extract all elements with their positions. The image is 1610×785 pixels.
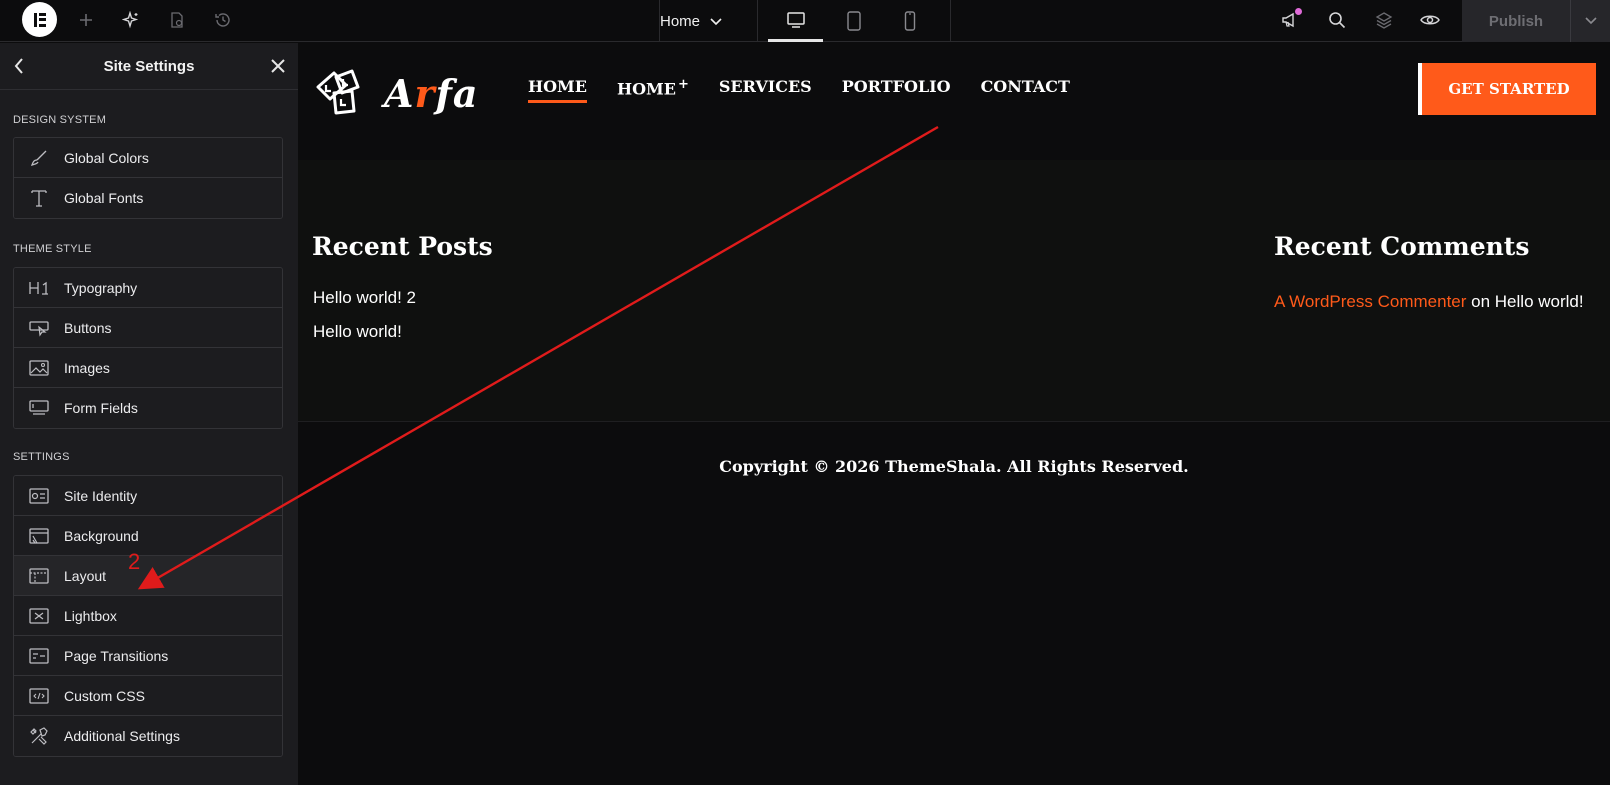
design-system-group: Global Colors Global Fonts — [13, 137, 283, 219]
code-icon — [14, 687, 64, 705]
publish-options-button[interactable] — [1570, 0, 1610, 42]
elementor-logo-icon[interactable] — [22, 2, 57, 37]
get-started-button[interactable]: GET STARTED — [1418, 63, 1596, 115]
tablet-icon[interactable] — [826, 0, 881, 42]
sidebar-item-layout[interactable]: Layout — [14, 556, 282, 596]
post-link[interactable]: Hello world! 2 — [313, 288, 416, 308]
recent-comments-title: Recent Comments — [1274, 232, 1530, 261]
add-icon[interactable] — [71, 5, 101, 35]
site-name: Arfa — [384, 71, 479, 116]
sidebar-item-label: Form Fields — [64, 400, 138, 416]
section-design-system: DESIGN SYSTEM — [13, 114, 107, 126]
nav-item-home-dropdown[interactable]: HOME + — [617, 77, 689, 103]
button-icon — [14, 319, 64, 337]
sidebar-item-label: Buttons — [64, 319, 112, 336]
ai-sparkle-icon[interactable] — [116, 5, 146, 35]
dice-logo-icon — [312, 65, 368, 122]
section-theme-style: THEME STYLE — [13, 243, 92, 255]
sidebar-item-global-fonts[interactable]: Global Fonts — [14, 178, 282, 218]
theme-style-group: Typography Buttons Images Form Fields — [13, 267, 283, 429]
preview-canvas: Arfa HOME HOME + SERVICES PORTFOLIO CONTA… — [298, 43, 1610, 785]
sidebar-item-label: Site Identity — [64, 487, 138, 504]
background-icon — [14, 527, 64, 545]
nav-item-services[interactable]: SERVICES — [719, 77, 812, 103]
layout-icon — [14, 567, 64, 585]
sidebar-item-label: Lightbox — [64, 607, 117, 624]
panel-title: Site Settings — [103, 57, 195, 75]
post-link[interactable]: Hello world! — [313, 322, 402, 342]
nav-item-portfolio[interactable]: PORTFOLIO — [842, 77, 951, 103]
publish-button[interactable]: Publish — [1462, 0, 1570, 42]
site-identity-icon — [14, 487, 64, 505]
chevron-down-icon — [1584, 12, 1597, 30]
search-icon[interactable] — [1322, 5, 1352, 35]
image-icon — [14, 359, 64, 377]
recent-posts-title: Recent Posts — [312, 232, 493, 261]
type-icon — [14, 188, 64, 208]
sidebar-item-label: Layout — [64, 567, 107, 584]
mobile-icon[interactable] — [882, 0, 937, 42]
sidebar-item-label: Typography — [64, 279, 138, 296]
heading-icon — [14, 280, 64, 296]
main-nav: HOME HOME + SERVICES PORTFOLIO CONTACT — [528, 77, 1070, 103]
sidebar-item-typography[interactable]: Typography — [14, 268, 282, 308]
top-bar: Home Publish — [0, 0, 1610, 42]
preview-icon[interactable] — [1415, 5, 1445, 35]
tools-icon — [14, 726, 64, 746]
site-header: Arfa HOME HOME + SERVICES PORTFOLIO CONTA… — [298, 43, 1610, 160]
comment-author-link[interactable]: A WordPress Commenter — [1274, 292, 1466, 311]
lightbox-icon — [14, 607, 64, 625]
sidebar-item-label: Background — [64, 527, 139, 544]
sidebar-item-label: Additional Settings — [64, 728, 180, 744]
settings-group: Site Identity Background Layout Lightbox… — [13, 475, 283, 757]
back-arrow-icon[interactable] — [8, 53, 30, 79]
site-settings-panel: Site Settings DESIGN SYSTEM Global Color… — [0, 43, 298, 785]
sidebar-item-label: Global Fonts — [64, 190, 144, 206]
nav-item-contact[interactable]: CONTACT — [981, 77, 1070, 103]
close-icon[interactable] — [265, 53, 291, 79]
annotation-number: 2 — [128, 549, 141, 574]
sidebar-item-background[interactable]: Background — [14, 516, 282, 556]
sidebar-item-label: Images — [64, 359, 110, 376]
comment-on-text: on — [1466, 292, 1495, 311]
notification-dot — [1295, 8, 1302, 15]
history-icon[interactable] — [208, 5, 238, 35]
panel-header: Site Settings — [0, 43, 298, 90]
sidebar-item-form-fields[interactable]: Form Fields — [14, 388, 282, 428]
sidebar-item-custom-css[interactable]: Custom CSS — [14, 676, 282, 716]
page-selector[interactable]: Home — [660, 0, 722, 42]
sidebar-item-label: Page Transitions — [64, 647, 169, 664]
recent-comment: A WordPress Commenter on Hello world! — [1274, 290, 1594, 314]
section-settings: SETTINGS — [13, 451, 70, 463]
sidebar-item-images[interactable]: Images — [14, 348, 282, 388]
whats-new-icon[interactable] — [1275, 5, 1305, 35]
page-name: Home — [660, 12, 701, 30]
copyright-text: Copyright © 2026 ThemeShala. All Rights … — [719, 457, 1189, 476]
brush-icon — [14, 149, 64, 167]
sidebar-item-page-transitions[interactable]: Page Transitions — [14, 636, 282, 676]
structure-icon[interactable] — [1369, 5, 1399, 35]
sidebar-item-site-identity[interactable]: Site Identity — [14, 476, 282, 516]
sidebar-item-label: Custom CSS — [64, 687, 145, 704]
comment-post-link[interactable]: Hello world! — [1495, 292, 1584, 311]
chevron-down-icon — [710, 13, 722, 30]
sidebar-item-lightbox[interactable]: Lightbox — [14, 596, 282, 636]
form-field-icon — [14, 399, 64, 417]
page-settings-icon[interactable] — [162, 5, 192, 35]
sidebar-item-label: Global Colors — [64, 149, 149, 166]
sidebar-item-global-colors[interactable]: Global Colors — [14, 138, 282, 178]
page-transitions-icon — [14, 647, 64, 665]
site-logo[interactable]: Arfa — [312, 65, 478, 122]
sidebar-item-buttons[interactable]: Buttons — [14, 308, 282, 348]
desktop-icon[interactable] — [768, 0, 823, 42]
nav-item-home[interactable]: HOME — [528, 77, 587, 103]
sidebar-item-additional-settings[interactable]: Additional Settings — [14, 716, 282, 756]
footer-divider — [298, 421, 1610, 422]
plus-icon: + — [677, 77, 689, 92]
